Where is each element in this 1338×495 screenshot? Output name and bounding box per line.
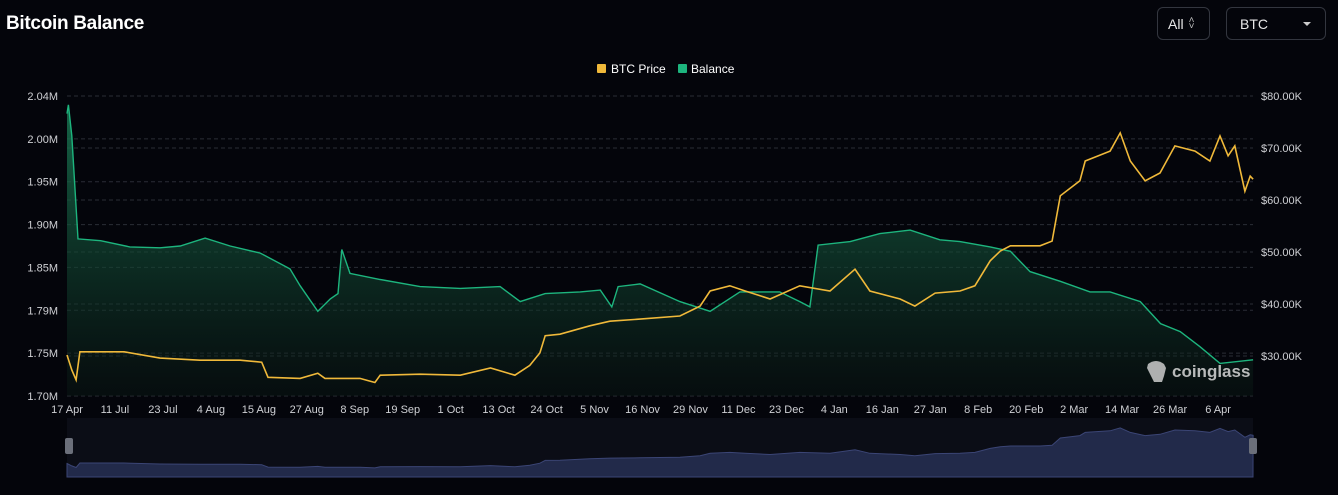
x-tick-label: 1 Oct bbox=[438, 404, 464, 416]
x-tick-label: 13 Oct bbox=[482, 404, 514, 416]
x-tick-label: 20 Feb bbox=[1009, 404, 1043, 416]
y-left-tick-label: 1.90M bbox=[27, 220, 58, 232]
x-tick-label: 19 Sep bbox=[385, 404, 420, 416]
x-tick-label: 16 Nov bbox=[625, 404, 660, 416]
y-right-tick-label: $70.00K bbox=[1261, 143, 1303, 155]
navigator[interactable] bbox=[65, 418, 1257, 478]
y-left-tick-label: 2.04M bbox=[27, 91, 58, 103]
y-right-tick-label: $40.00K bbox=[1261, 299, 1303, 311]
x-tick-label: 14 Mar bbox=[1105, 404, 1140, 416]
x-tick-label: 6 Apr bbox=[1205, 404, 1231, 416]
chart: BTC Price Balance 2.04M 2.00M 1.95M 1.90M 1.… bbox=[27, 62, 1303, 478]
legend-swatch-price[interactable] bbox=[597, 64, 606, 73]
watermark: coinglass bbox=[1147, 361, 1250, 382]
x-tick-label: 5 Nov bbox=[580, 404, 609, 416]
y-left-tick-label: 1.85M bbox=[27, 262, 58, 274]
legend: BTC Price Balance bbox=[597, 62, 735, 76]
y-right-tick-label: $50.00K bbox=[1261, 247, 1303, 259]
navigator-handle-left[interactable] bbox=[65, 438, 73, 454]
y-left-tick-label: 2.00M bbox=[27, 134, 58, 146]
x-tick-label: 27 Jan bbox=[914, 404, 947, 416]
legend-swatch-balance[interactable] bbox=[678, 64, 687, 73]
x-tick-label: 16 Jan bbox=[866, 404, 899, 416]
x-tick-label: 27 Aug bbox=[290, 404, 324, 416]
x-tick-label: 8 Sep bbox=[340, 404, 369, 416]
y-right-tick-label: $30.00K bbox=[1261, 351, 1303, 363]
x-tick-label: 2 Mar bbox=[1060, 404, 1088, 416]
x-tick-label: 11 Dec bbox=[721, 404, 756, 416]
y-left-tick-label: 1.70M bbox=[27, 391, 58, 403]
y-left-tick-label: 1.79M bbox=[27, 305, 58, 317]
watermark-text: coinglass bbox=[1172, 362, 1250, 381]
y-left-tick-label: 1.95M bbox=[27, 177, 58, 189]
x-tick-label: 4 Jan bbox=[821, 404, 848, 416]
x-tick-label: 23 Jul bbox=[148, 404, 177, 416]
x-tick-label: 23 Dec bbox=[769, 404, 804, 416]
x-tick-label: 24 Oct bbox=[530, 404, 562, 416]
y-right-tick-label: $80.00K bbox=[1261, 91, 1303, 103]
y-right-tick-label: $60.00K bbox=[1261, 195, 1303, 207]
x-tick-label: 26 Mar bbox=[1153, 404, 1188, 416]
legend-label-price[interactable]: BTC Price bbox=[611, 62, 666, 76]
legend-label-balance[interactable]: Balance bbox=[691, 62, 735, 76]
x-tick-label: 15 Aug bbox=[242, 404, 276, 416]
x-tick-label: 17 Apr bbox=[51, 404, 83, 416]
x-tick-label: 11 Jul bbox=[101, 404, 130, 416]
x-tick-label: 4 Aug bbox=[197, 404, 225, 416]
y-left-tick-label: 1.75M bbox=[27, 348, 58, 360]
navigator-handle-right[interactable] bbox=[1249, 438, 1257, 454]
x-tick-label: 29 Nov bbox=[673, 404, 708, 416]
x-tick-label: 8 Feb bbox=[964, 404, 992, 416]
